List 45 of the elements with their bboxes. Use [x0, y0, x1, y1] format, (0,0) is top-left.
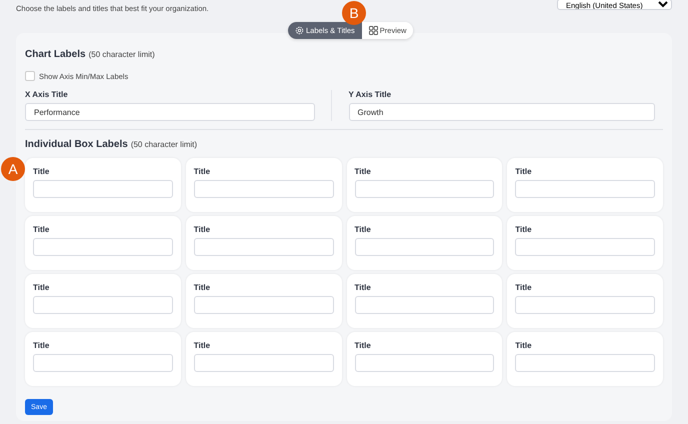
input-field[interactable]	[515, 238, 655, 256]
input-field[interactable]	[354, 296, 494, 314]
field-label: Y Axis Title	[348, 90, 392, 99]
section-title: Individual Box Labels	[25, 139, 128, 150]
input-field[interactable]	[194, 354, 334, 372]
field-label: Title	[354, 167, 372, 176]
limit-note: (50 character limit)	[88, 50, 155, 59]
field-label: Title	[354, 283, 372, 292]
input-field[interactable]	[194, 296, 334, 314]
input-field[interactable]	[515, 354, 655, 372]
callout-badge: A	[1, 157, 25, 181]
field-label: Title	[515, 341, 533, 350]
input-field[interactable]	[194, 180, 334, 198]
input-field[interactable]	[33, 354, 173, 372]
input-field[interactable]	[194, 238, 334, 256]
input-field[interactable]	[515, 296, 655, 314]
field-label: Title	[194, 283, 212, 292]
input-field[interactable]	[354, 238, 494, 256]
limit-note: (50 character limit)	[130, 140, 198, 149]
input-field[interactable]	[354, 354, 494, 372]
checkbox[interactable]	[25, 71, 35, 81]
field-label: Title	[354, 341, 372, 350]
field-label: Title	[33, 225, 50, 234]
field-label: X Axis Title	[25, 90, 69, 99]
field-label: Title	[354, 225, 372, 234]
input-field[interactable]	[33, 296, 173, 314]
field-label: Title	[33, 283, 50, 292]
field-label: Title	[194, 225, 212, 234]
field-label: Title	[194, 341, 212, 350]
field-label: Title	[194, 167, 212, 176]
field-label: Title	[33, 341, 50, 350]
field-label: Title	[33, 167, 50, 176]
callout-badge: B	[342, 1, 366, 25]
input-field[interactable]: Performance	[25, 103, 314, 121]
section-title: Chart Labels	[25, 49, 86, 60]
input-field[interactable]	[33, 180, 173, 198]
gear-icon	[295, 26, 304, 35]
input-field[interactable]	[515, 180, 655, 198]
input-field[interactable]: Growth	[348, 103, 655, 121]
input-field[interactable]	[33, 238, 173, 256]
input-field[interactable]	[354, 180, 494, 198]
grid-icon	[368, 26, 378, 35]
field-label: Title	[515, 283, 533, 292]
field-label: Title	[515, 167, 533, 176]
field-label: Title	[515, 225, 533, 234]
